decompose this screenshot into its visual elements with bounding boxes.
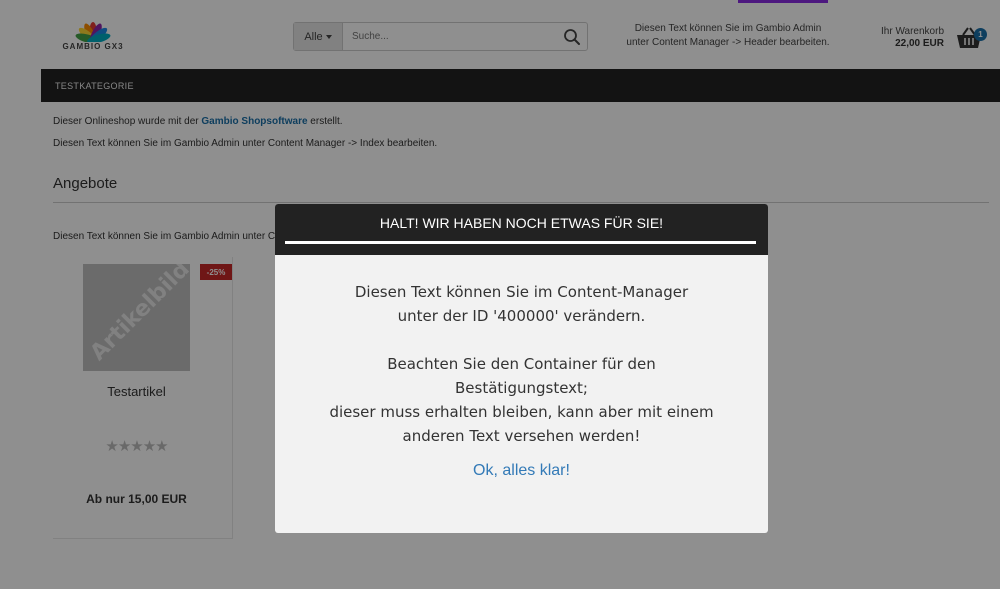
modal-header: HALT! WIR HABEN NOCH ETWAS FÜR SIE!	[275, 204, 768, 255]
modal-spacer	[295, 328, 748, 352]
modal-text-line1: Diesen Text können Sie im Content-Manage…	[354, 283, 689, 301]
modal-title: HALT! WIR HABEN NOCH ETWAS FÜR SIE!	[379, 215, 664, 231]
modal-text-line6: anderen Text versehen werden!	[402, 427, 641, 445]
exit-intent-modal: HALT! WIR HABEN NOCH ETWAS FÜR SIE! Dies…	[275, 204, 768, 533]
modal-text-line5: dieser muss erhalten bleiben, kann aber …	[329, 403, 714, 421]
modal-title-underline	[285, 241, 756, 244]
modal-body: Diesen Text können Sie im Content-Manage…	[295, 280, 748, 448]
modal-text-line4: Bestätigungstext;	[455, 379, 588, 397]
modal-ok-button[interactable]: Ok, alles klar!	[275, 462, 768, 480]
modal-text-line2: unter der ID '400000' verändern.	[397, 307, 646, 325]
modal-text-line3: Beachten Sie den Container für den	[387, 355, 656, 373]
